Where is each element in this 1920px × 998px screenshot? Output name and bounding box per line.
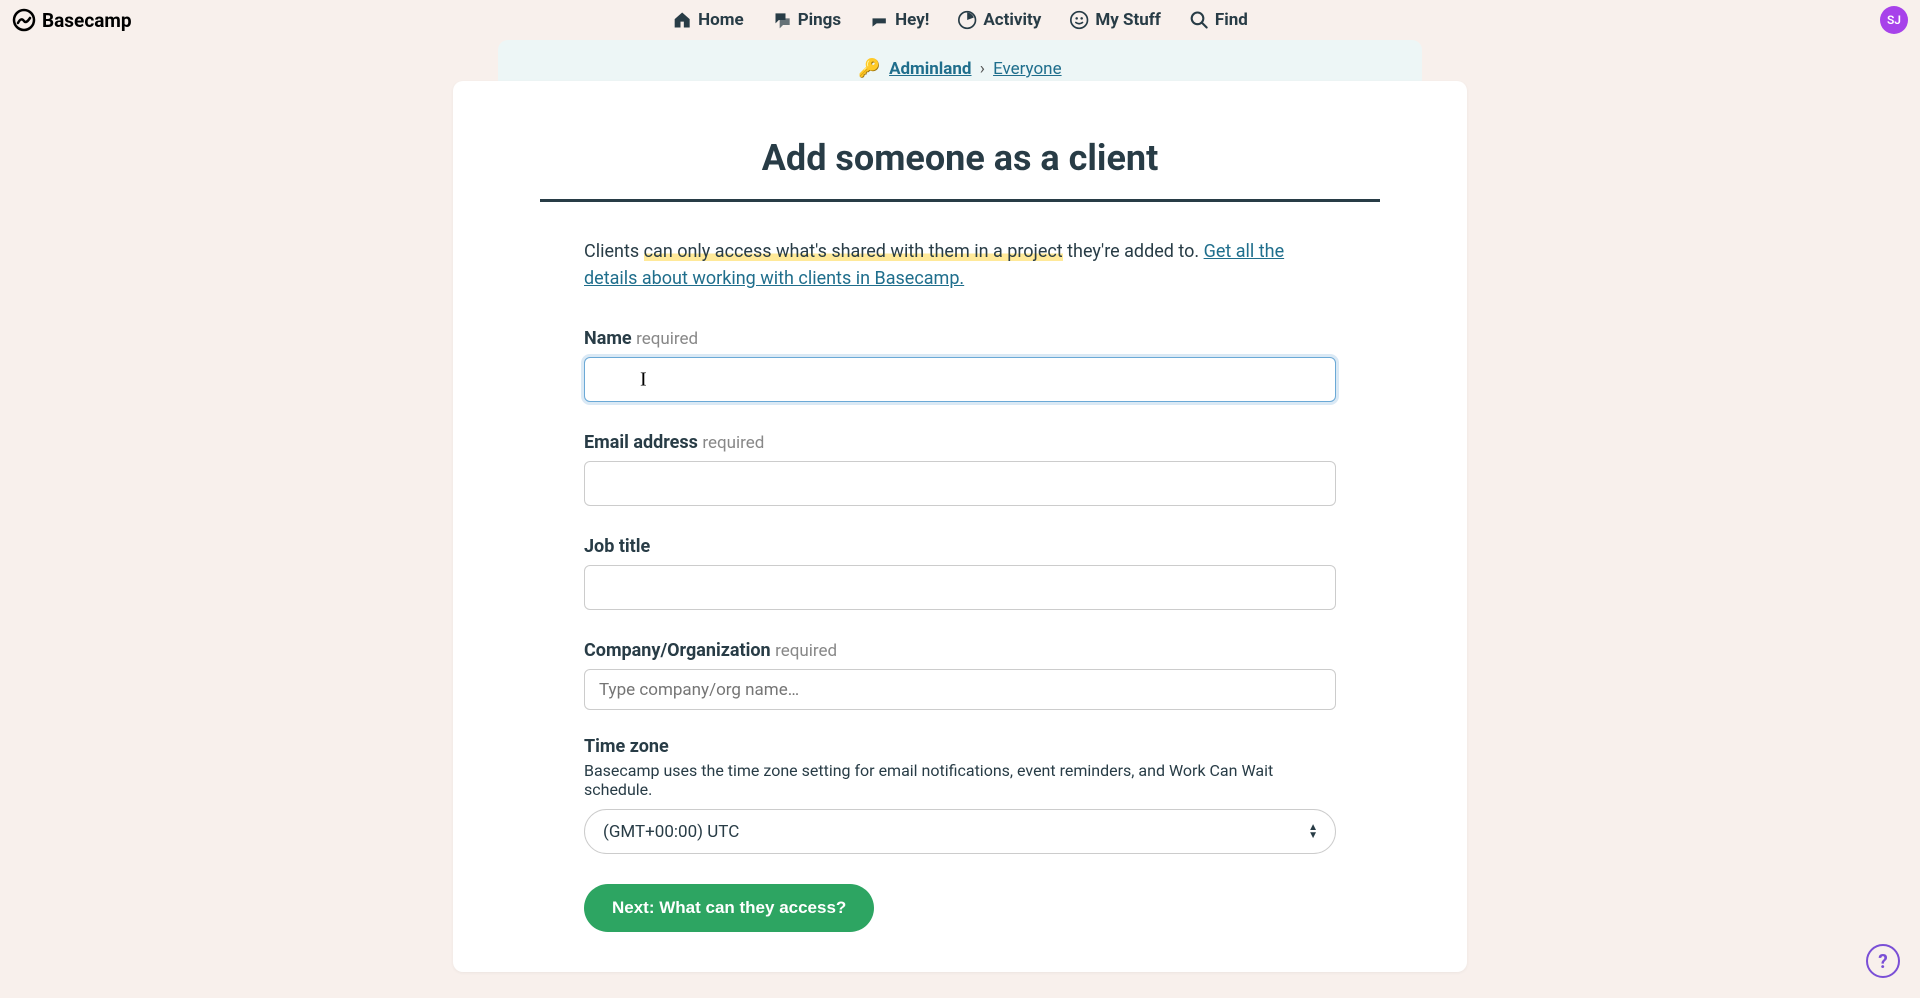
submit-button[interactable]: Next: What can they access? — [584, 884, 874, 932]
main-card: Add someone as a client Clients can only… — [453, 81, 1467, 972]
nav-hey[interactable]: Hey! — [869, 10, 929, 30]
avatar-initials: SJ — [1887, 13, 1901, 27]
nav-activity-label: Activity — [983, 10, 1041, 30]
nav-find-label: Find — [1215, 10, 1248, 30]
jobtitle-input[interactable] — [584, 565, 1336, 610]
breadcrumb-everyone-link[interactable]: Everyone — [993, 59, 1062, 79]
timezone-label: Time zone — [584, 736, 1336, 757]
name-label-text: Name — [584, 328, 632, 349]
nav-hey-label: Hey! — [895, 10, 929, 30]
email-required: required — [702, 433, 764, 453]
nav-mystuff[interactable]: My Stuff — [1069, 10, 1161, 30]
page-title: Add someone as a client — [533, 137, 1387, 199]
find-icon — [1189, 10, 1209, 30]
email-input[interactable] — [584, 461, 1336, 506]
title-divider — [540, 199, 1380, 202]
company-label-text: Company/Organization — [584, 640, 771, 661]
company-input[interactable] — [584, 669, 1336, 710]
key-icon: 🔑 — [858, 58, 880, 79]
brand-name: Basecamp — [42, 9, 132, 32]
breadcrumb-adminland-link[interactable]: Adminland — [889, 59, 971, 79]
activity-icon — [957, 10, 977, 30]
name-input[interactable] — [584, 357, 1336, 402]
company-required: required — [775, 641, 837, 661]
brand-logo[interactable]: Basecamp — [12, 8, 132, 32]
name-required: required — [636, 329, 698, 349]
intro-text: Clients can only access what's shared wi… — [584, 238, 1336, 292]
intro-highlight: can only access what's shared with them … — [644, 241, 1063, 262]
breadcrumb-separator: › — [980, 59, 985, 79]
email-label: Email address required — [584, 432, 1336, 453]
home-icon — [672, 10, 692, 30]
help-button[interactable]: ? — [1866, 944, 1900, 978]
mystuff-icon — [1069, 10, 1089, 30]
text-cursor-icon: I — [640, 368, 647, 391]
nav-pings-label: Pings — [798, 10, 841, 30]
nav-mystuff-label: My Stuff — [1095, 10, 1161, 30]
jobtitle-label: Job title — [584, 536, 1336, 557]
user-avatar[interactable]: SJ — [1880, 6, 1908, 34]
hey-icon — [869, 10, 889, 30]
name-label: Name required — [584, 328, 1336, 349]
timezone-select[interactable]: (GMT+00:00) UTC — [584, 809, 1336, 854]
intro-prefix: Clients — [584, 241, 644, 262]
timezone-help: Basecamp uses the time zone setting for … — [584, 761, 1336, 799]
intro-middle: they're added to. — [1063, 241, 1204, 262]
nav-activity[interactable]: Activity — [957, 10, 1041, 30]
nav-home-label: Home — [698, 10, 744, 30]
nav-home[interactable]: Home — [672, 10, 744, 30]
help-icon: ? — [1878, 950, 1887, 973]
timezone-label-text: Time zone — [584, 736, 669, 757]
nav-pings[interactable]: Pings — [772, 10, 841, 30]
pings-icon — [772, 10, 792, 30]
company-label: Company/Organization required — [584, 640, 1336, 661]
jobtitle-label-text: Job title — [584, 536, 650, 557]
nav-find[interactable]: Find — [1189, 10, 1248, 30]
basecamp-logo-icon — [12, 8, 36, 32]
email-label-text: Email address — [584, 432, 698, 453]
